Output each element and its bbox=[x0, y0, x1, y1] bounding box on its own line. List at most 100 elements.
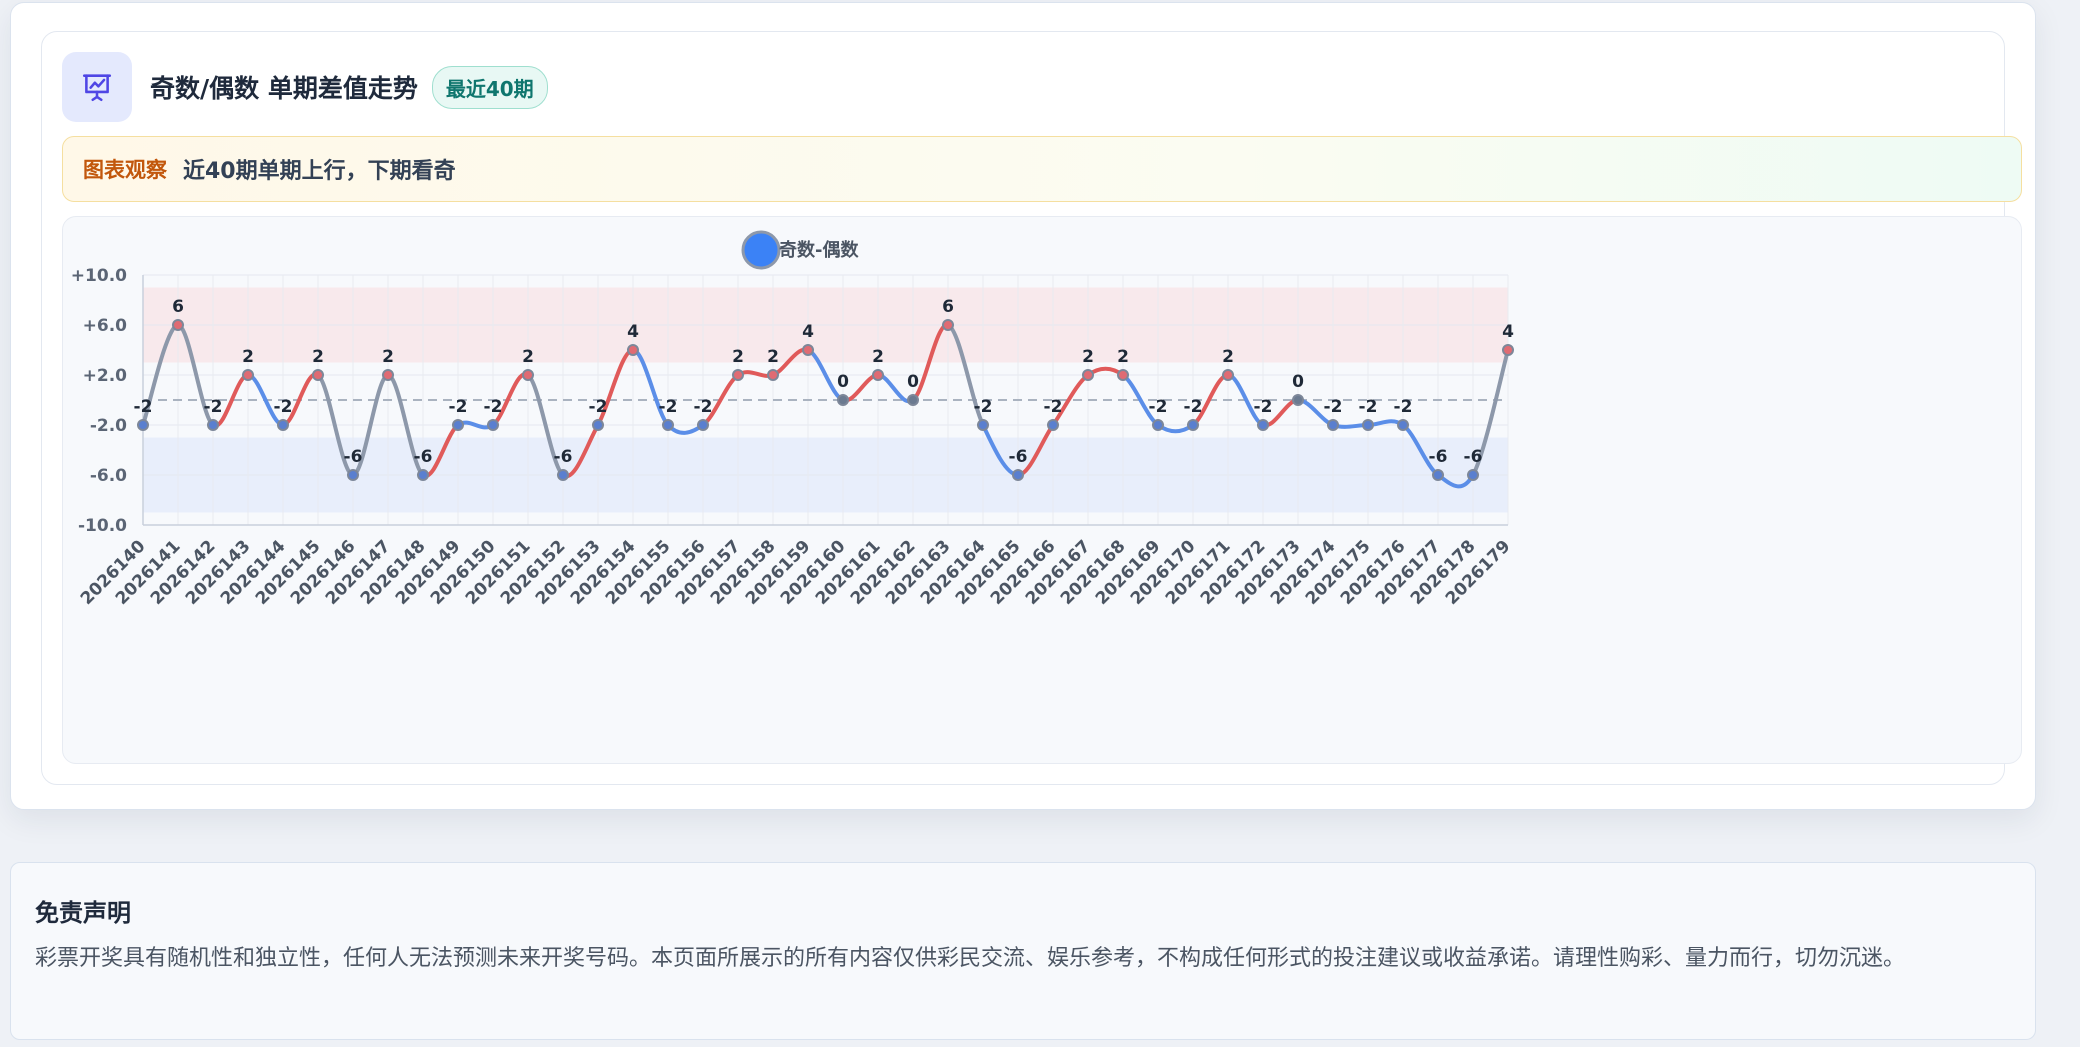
chart-card: 奇数/偶数 单期差值走势 最近40期 图表观察 近40期单期上行，下期看奇 +1… bbox=[41, 31, 2022, 785]
data-label: -2 bbox=[204, 397, 223, 417]
data-point bbox=[312, 369, 324, 381]
data-point bbox=[1082, 369, 1094, 381]
data-point bbox=[417, 469, 429, 481]
data-label: 2 bbox=[312, 347, 324, 367]
data-label: -2 bbox=[1359, 397, 1378, 417]
data-point bbox=[557, 469, 569, 481]
data-point bbox=[802, 344, 814, 356]
data-label: -2 bbox=[1149, 397, 1168, 417]
data-point bbox=[1397, 419, 1409, 431]
data-label: 6 bbox=[942, 297, 954, 317]
data-point bbox=[907, 394, 919, 406]
data-point bbox=[207, 419, 219, 431]
y-tick-label: +2.0 bbox=[83, 366, 128, 386]
line-chart: +10.0 +6.0 +2.0 -2.0 -6.0 -10.0 -2 6 -2 2 -2 2 -6 2 -6… bbox=[71, 230, 1515, 609]
data-point bbox=[662, 419, 674, 431]
data-label: -2 bbox=[274, 397, 293, 417]
data-point bbox=[1362, 419, 1374, 431]
data-point bbox=[1502, 344, 1514, 356]
data-label: 2 bbox=[242, 347, 254, 367]
data-label: 2 bbox=[767, 347, 779, 367]
presentation-chart-icon bbox=[62, 52, 132, 122]
data-label: 0 bbox=[1292, 372, 1304, 392]
legend-marker bbox=[741, 230, 781, 270]
data-label: -2 bbox=[1254, 397, 1273, 417]
data-point bbox=[732, 369, 744, 381]
data-label: 4 bbox=[1502, 322, 1514, 342]
y-tick-label: -6.0 bbox=[90, 466, 127, 486]
data-point bbox=[522, 369, 534, 381]
data-point bbox=[1117, 369, 1129, 381]
data-point bbox=[872, 369, 884, 381]
disclaimer-text: 彩票开奖具有随机性和独立性，任何人无法预测未来开奖号码。本页面所展示的所有内容仅… bbox=[35, 946, 1906, 971]
observation-bar: 图表观察 近40期单期上行，下期看奇 bbox=[62, 136, 2022, 202]
data-label: 2 bbox=[1222, 347, 1234, 367]
data-point bbox=[1187, 419, 1199, 431]
data-point bbox=[1152, 419, 1164, 431]
data-label: -2 bbox=[1044, 397, 1063, 417]
y-tick-label: -10.0 bbox=[78, 516, 127, 536]
data-point bbox=[1432, 469, 1444, 481]
data-point bbox=[1467, 469, 1479, 481]
y-tick-label: +6.0 bbox=[83, 316, 128, 336]
data-point bbox=[487, 419, 499, 431]
chart-header: 奇数/偶数 单期差值走势 最近40期 bbox=[62, 52, 548, 122]
data-point bbox=[1047, 419, 1059, 431]
trend-card: 奇数/偶数 单期差值走势 最近40期 图表观察 近40期单期上行，下期看奇 +1… bbox=[10, 2, 2036, 810]
observation-label: 图表观察 bbox=[83, 158, 167, 182]
data-label: 4 bbox=[802, 322, 814, 342]
data-label: -2 bbox=[1324, 397, 1343, 417]
period-badge: 最近40期 bbox=[431, 65, 548, 109]
legend-label: 奇数-偶数 bbox=[779, 239, 859, 261]
data-point bbox=[977, 419, 989, 431]
data-label: -2 bbox=[1184, 397, 1203, 417]
chart-panel: +10.0 +6.0 +2.0 -2.0 -6.0 -10.0 -2 6 -2 2 -2 2 -6 2 -6… bbox=[62, 216, 2022, 764]
data-point bbox=[242, 369, 254, 381]
data-label: -6 bbox=[554, 447, 573, 467]
data-label: -2 bbox=[484, 397, 503, 417]
data-point bbox=[1292, 394, 1304, 406]
data-label: -2 bbox=[589, 397, 608, 417]
data-point bbox=[277, 419, 289, 431]
data-point bbox=[172, 319, 184, 331]
data-point bbox=[627, 344, 639, 356]
data-point bbox=[767, 369, 779, 381]
chart-title: 奇数/偶数 单期差值走势 bbox=[150, 74, 418, 103]
data-point bbox=[452, 419, 464, 431]
data-point bbox=[837, 394, 849, 406]
data-label: 0 bbox=[837, 372, 849, 392]
data-label: 2 bbox=[382, 347, 394, 367]
data-label: -6 bbox=[344, 447, 363, 467]
data-label: 2 bbox=[872, 347, 884, 367]
data-label: -2 bbox=[659, 397, 678, 417]
data-label: -6 bbox=[1429, 447, 1448, 467]
y-tick-label: -2.0 bbox=[90, 416, 127, 436]
data-label: 4 bbox=[627, 322, 639, 342]
data-point bbox=[697, 419, 709, 431]
observation-text: 近40期单期上行，下期看奇 bbox=[183, 159, 456, 184]
data-label: -6 bbox=[1464, 447, 1483, 467]
data-point bbox=[1222, 369, 1234, 381]
data-label: -2 bbox=[134, 397, 153, 417]
data-label: 2 bbox=[732, 347, 744, 367]
disclaimer-box: 免责声明 彩票开奖具有随机性和独立性，任何人无法预测未来开奖号码。本页面所展示的… bbox=[10, 862, 2036, 1040]
disclaimer-title: 免责声明 bbox=[35, 899, 131, 927]
data-label: 2 bbox=[1117, 347, 1129, 367]
data-label: 2 bbox=[522, 347, 534, 367]
y-tick-label: +10.0 bbox=[71, 266, 127, 286]
data-label: -2 bbox=[1394, 397, 1413, 417]
data-point bbox=[1257, 419, 1269, 431]
data-point bbox=[592, 419, 604, 431]
data-label: -6 bbox=[1009, 447, 1028, 467]
data-point bbox=[1012, 469, 1024, 481]
data-label: 2 bbox=[1082, 347, 1094, 367]
data-label: 0 bbox=[907, 372, 919, 392]
data-label: 6 bbox=[172, 297, 184, 317]
data-label: -2 bbox=[974, 397, 993, 417]
data-label: -2 bbox=[694, 397, 713, 417]
data-point bbox=[137, 419, 149, 431]
data-point bbox=[942, 319, 954, 331]
data-point bbox=[382, 369, 394, 381]
data-point bbox=[347, 469, 359, 481]
data-point bbox=[1327, 419, 1339, 431]
